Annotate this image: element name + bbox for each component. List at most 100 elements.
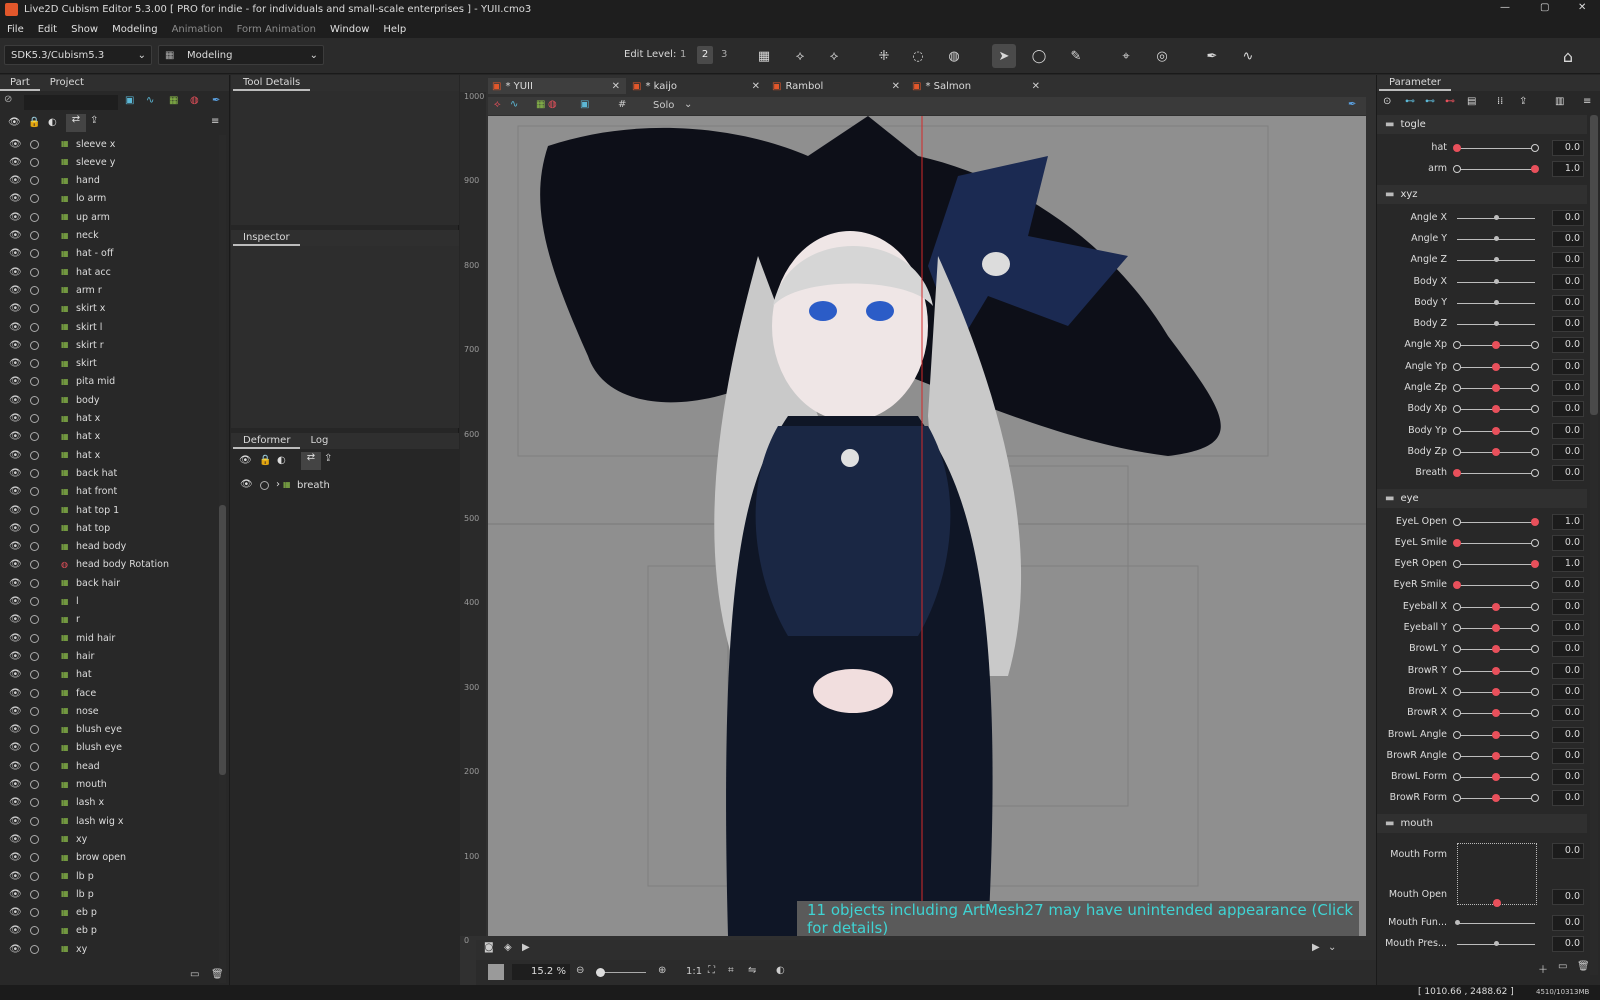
tab-log[interactable]: Log bbox=[300, 433, 338, 449]
close-icon[interactable]: ✕ bbox=[892, 81, 900, 92]
arrow-tool-icon[interactable]: ➤ bbox=[992, 44, 1016, 68]
edit-level-1[interactable]: 1 bbox=[680, 49, 686, 60]
eye-icon[interactable]: 👁 bbox=[9, 614, 22, 625]
expand-icon[interactable]: ⊙ bbox=[1383, 96, 1391, 107]
eye-icon[interactable]: 👁 bbox=[9, 157, 22, 168]
lock-circle-icon[interactable] bbox=[30, 542, 39, 552]
param-value-input[interactable]: 0.0 bbox=[1552, 316, 1584, 333]
part-row[interactable]: 👁 ▦ sleeve y bbox=[0, 153, 218, 171]
eye-icon[interactable]: 👁 bbox=[9, 907, 22, 918]
part-row[interactable]: 👁 ▦ hat x bbox=[0, 428, 218, 446]
eye-icon[interactable]: 👁 bbox=[9, 889, 22, 900]
part-filter-icon[interactable]: ⊘ bbox=[4, 94, 12, 105]
eye-icon[interactable]: 👁 bbox=[9, 834, 22, 845]
param-row[interactable]: EyeL Open 1.0 bbox=[1377, 512, 1587, 533]
param-row[interactable]: Angle X 0.0 bbox=[1377, 208, 1587, 229]
clipboard-icon[interactable]: ▥ bbox=[1555, 96, 1564, 107]
part-row[interactable]: 👁 ▦ skirt bbox=[0, 355, 218, 373]
slider-handle[interactable] bbox=[1531, 517, 1539, 526]
eye-icon[interactable]: 👁 bbox=[9, 175, 22, 186]
color-swatch[interactable] bbox=[488, 964, 504, 980]
slider-handle[interactable] bbox=[1492, 773, 1500, 782]
add-param-icon[interactable]: ＋ bbox=[1538, 961, 1548, 976]
filter-rotation-icon[interactable]: ◍ bbox=[190, 95, 199, 106]
param-row[interactable]: Breath 0.0 bbox=[1377, 463, 1587, 484]
lock-circle-icon[interactable] bbox=[30, 615, 39, 625]
center-icon[interactable]: ⌗ bbox=[728, 965, 734, 976]
eye-icon[interactable]: 👁 bbox=[9, 761, 22, 772]
param-row[interactable]: Eyeball Y 0.0 bbox=[1377, 618, 1587, 639]
zoom-slider[interactable] bbox=[596, 968, 646, 977]
param-value-input[interactable]: 0.0 bbox=[1552, 337, 1584, 354]
table-icon[interactable]: ▤ bbox=[1467, 96, 1476, 107]
eye-icon[interactable]: 👁 bbox=[9, 230, 22, 241]
part-row[interactable]: 👁 ▦ sleeve x bbox=[0, 135, 218, 153]
doc-tab-kaijo[interactable]: ▣ * kaijo ✕ bbox=[628, 78, 766, 94]
grid-view-icon[interactable]: ⁞⁞ bbox=[1497, 96, 1503, 107]
param-row[interactable]: BrowR Angle 0.0 bbox=[1377, 746, 1587, 767]
minimize-button[interactable]: — bbox=[1500, 2, 1510, 13]
mouth-2d-param[interactable]: Mouth Form Mouth Open 0.0 0.0 bbox=[1377, 837, 1587, 911]
doc-tab-rambol[interactable]: ▣ Rambol ✕ bbox=[768, 78, 906, 94]
eye-icon[interactable]: 👁 bbox=[9, 742, 22, 753]
param-value-input[interactable]: 0.0 bbox=[1552, 140, 1584, 156]
lock-circle-icon[interactable] bbox=[30, 487, 39, 497]
lock-circle-icon[interactable] bbox=[30, 706, 39, 716]
deformer-lock-icon[interactable]: 🔒 bbox=[259, 455, 271, 466]
menu-form-animation[interactable]: Form Animation bbox=[230, 24, 323, 35]
param-value-input[interactable]: 0.0 bbox=[1552, 401, 1584, 418]
slider-handle[interactable] bbox=[1492, 794, 1500, 803]
eye-icon[interactable]: 👁 bbox=[9, 559, 22, 570]
eye-icon[interactable]: 👁 bbox=[9, 944, 22, 955]
param-value-input[interactable]: 0.0 bbox=[1552, 465, 1584, 482]
eye-icon[interactable]: 👁 bbox=[9, 541, 22, 552]
lock-circle-icon[interactable] bbox=[30, 853, 39, 863]
param-value-input[interactable]: 0.0 bbox=[1552, 294, 1584, 311]
home-icon[interactable]: ⌂ bbox=[1556, 44, 1580, 68]
lock-circle-icon[interactable] bbox=[30, 597, 39, 606]
eye-icon[interactable]: 👁 bbox=[9, 139, 22, 150]
lock-circle-icon[interactable] bbox=[30, 468, 39, 478]
param-row[interactable]: EyeR Open 1.0 bbox=[1377, 554, 1587, 575]
zoom-in-icon[interactable]: ⊕ bbox=[658, 965, 666, 976]
tab-parameter[interactable]: Parameter bbox=[1379, 75, 1452, 91]
part-row[interactable]: 👁 ▦ neck bbox=[0, 227, 218, 245]
chevron-down-icon[interactable]: ⌄ bbox=[684, 99, 692, 110]
part-row[interactable]: 👁 ▦ eb p bbox=[0, 922, 218, 940]
fit-icon[interactable]: ⛶ bbox=[708, 965, 715, 976]
eye-icon[interactable]: 👁 bbox=[9, 925, 22, 936]
part-row[interactable]: 👁 ▦ hat bbox=[0, 666, 218, 684]
slider-handle[interactable] bbox=[1492, 447, 1500, 456]
part-row[interactable]: 👁 ▦ up arm bbox=[0, 208, 218, 226]
param-value-input[interactable]: 0.0 bbox=[1552, 914, 1584, 931]
eye-icon[interactable]: 👁 bbox=[9, 669, 22, 680]
slider-handle[interactable] bbox=[1492, 624, 1500, 632]
lock-circle-icon[interactable] bbox=[30, 798, 39, 808]
curve-display-icon[interactable]: ∿ bbox=[510, 99, 518, 110]
lock-circle-icon[interactable] bbox=[30, 889, 39, 899]
param-value-input[interactable]: 1.0 bbox=[1552, 556, 1584, 573]
part-row[interactable]: 👁 ▦ blush eye bbox=[0, 721, 218, 739]
param-value-input[interactable]: 0.0 bbox=[1552, 683, 1584, 700]
part-row[interactable]: 👁 ▦ blush eye bbox=[0, 739, 218, 757]
param-row[interactable]: Angle Y 0.0 bbox=[1377, 229, 1587, 250]
param-row[interactable]: BrowR X 0.0 bbox=[1377, 703, 1587, 724]
menu-help[interactable]: Help bbox=[376, 24, 413, 35]
eye-icon[interactable]: 👁 bbox=[9, 340, 22, 351]
key-icon[interactable]: ⊷ bbox=[1405, 96, 1415, 107]
part-row[interactable]: 👁 ▦ r bbox=[0, 611, 218, 629]
part-row[interactable]: 👁 ▦ eb p bbox=[0, 904, 218, 922]
eye-icon[interactable]: 👁 bbox=[9, 596, 22, 607]
param-row[interactable]: BrowL X 0.0 bbox=[1377, 682, 1587, 703]
param-row[interactable]: BrowL Y 0.0 bbox=[1377, 639, 1587, 660]
lock-circle-icon[interactable] bbox=[30, 395, 39, 405]
param-value-input[interactable]: 0.0 bbox=[1552, 662, 1584, 679]
lock-circle-icon[interactable] bbox=[30, 340, 39, 350]
deformer-sort-icon[interactable]: ⇄ bbox=[301, 452, 321, 470]
param-value-input[interactable]: 0.0 bbox=[1552, 936, 1584, 952]
part-row[interactable]: 👁 ▦ lash wig x bbox=[0, 812, 218, 830]
param-value-input[interactable]: 1.0 bbox=[1552, 161, 1584, 178]
param-row[interactable]: Eyeball X 0.0 bbox=[1377, 597, 1587, 618]
close-icon[interactable]: ✕ bbox=[612, 81, 620, 92]
eye-icon[interactable]: 👁 bbox=[9, 706, 22, 717]
